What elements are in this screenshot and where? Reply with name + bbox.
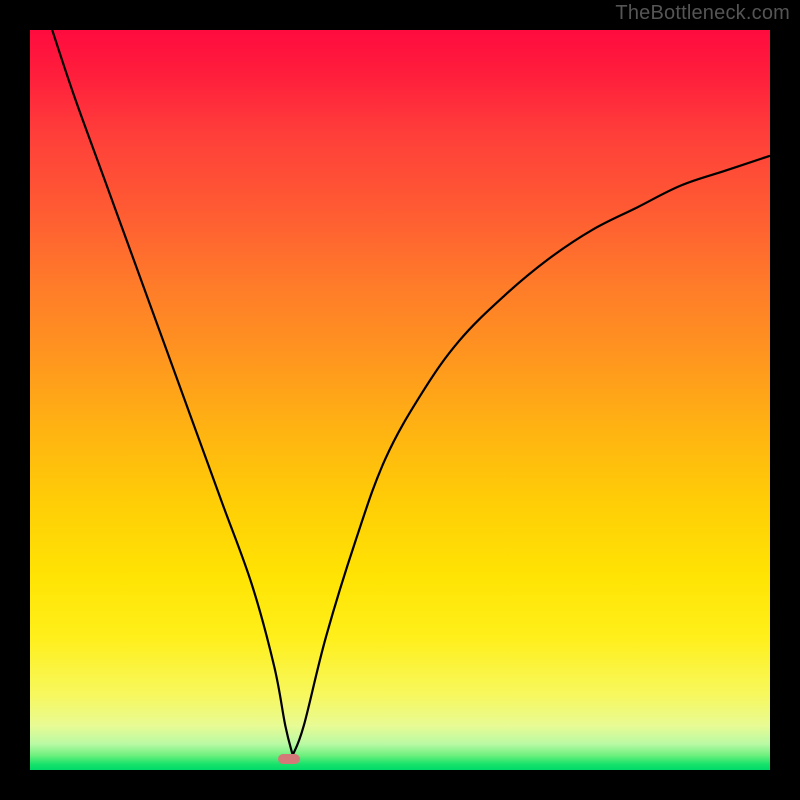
bottleneck-curve xyxy=(30,30,770,770)
plot-area xyxy=(30,30,770,770)
curve-path xyxy=(52,30,770,755)
optimal-marker xyxy=(278,754,300,764)
chart-frame: TheBottleneck.com xyxy=(0,0,800,800)
watermark-text: TheBottleneck.com xyxy=(615,2,790,25)
